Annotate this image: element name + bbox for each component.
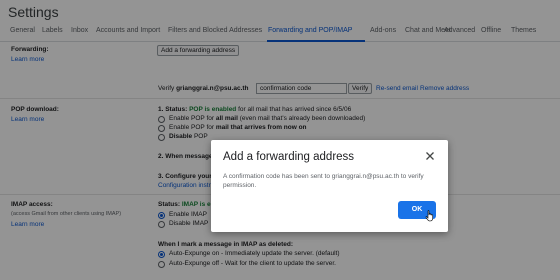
hand-cursor-icon: [425, 210, 433, 222]
add-forwarding-dialog: Add a forwarding address A confirmation …: [211, 140, 448, 232]
close-icon[interactable]: [424, 150, 436, 162]
dialog-title: Add a forwarding address: [223, 151, 355, 163]
dialog-message: A confirmation code has been sent to gri…: [223, 173, 424, 189]
